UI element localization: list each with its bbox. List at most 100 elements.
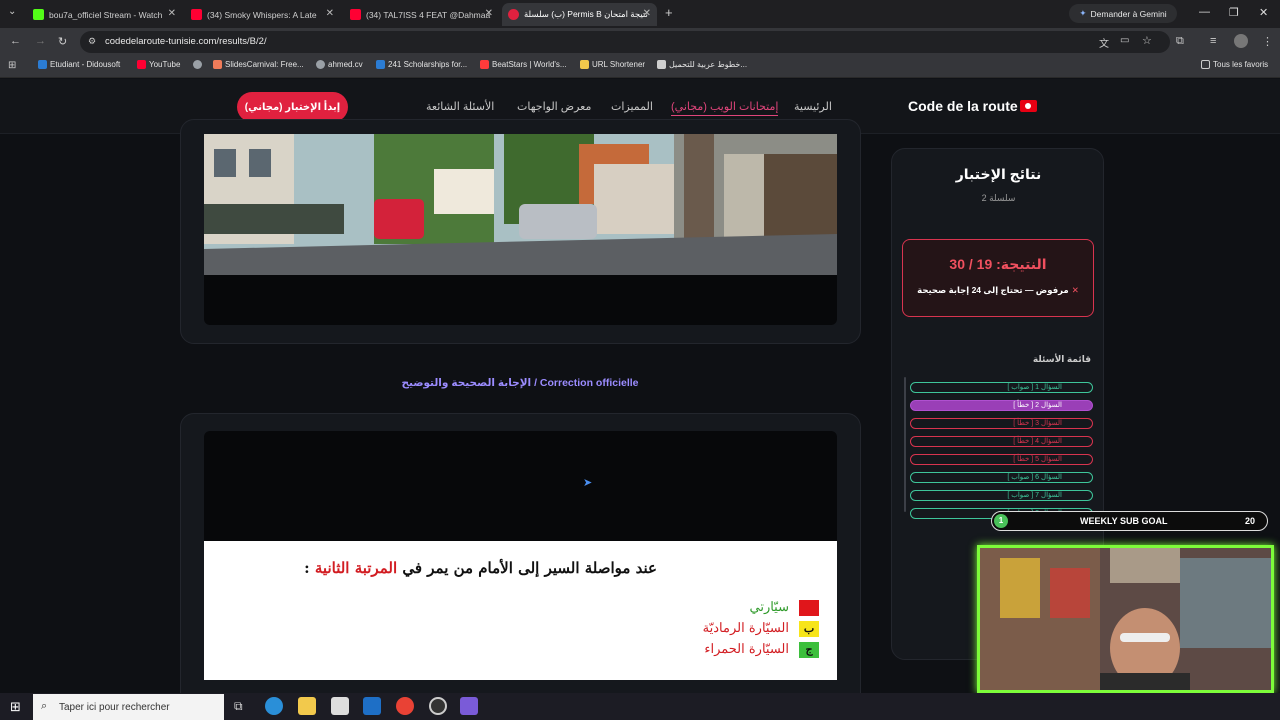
folder-icon	[580, 60, 589, 69]
restore-icon[interactable]: ❐	[1229, 6, 1239, 19]
window-close-icon[interactable]: ✕	[1259, 6, 1268, 19]
bookmark-label: BeatStars | World's...	[492, 60, 567, 69]
option-text-b: السيّارة الرماديّة	[702, 621, 789, 636]
profile-avatar[interactable]	[1234, 34, 1248, 48]
tab-title: (34) TAL7ISS 4 FEAT @Dahmaa	[366, 9, 491, 20]
bookmark-item[interactable]: ahmed.cv	[316, 60, 363, 69]
browser-toolbar: ← → ↻ ⚙ codedelaroute-tunisie.com/result…	[0, 28, 1280, 56]
question-item[interactable]: السؤال 5 [ خطأ ]	[910, 454, 1093, 465]
cast-icon[interactable]: ▭	[1120, 35, 1129, 46]
obs-icon[interactable]	[429, 697, 447, 715]
option-box-b: ب	[799, 620, 819, 637]
nav-gallery[interactable]: معرض الواجهات	[517, 100, 591, 113]
tab-kick-stream[interactable]: bou7a_officiel Stream - Watch ✕	[27, 3, 182, 26]
nav-faq[interactable]: الأسئلة الشائعة	[426, 100, 494, 113]
taskbar-search[interactable]: ⌕ Taper ici pour rechercher	[33, 694, 224, 720]
correction-video[interactable]: ➤	[204, 431, 837, 541]
option-c[interactable]: ج السيّارة الحمراء	[704, 641, 819, 658]
bookmark-item[interactable]: 241 Scholarships for...	[376, 60, 467, 69]
minimize-icon[interactable]: —	[1199, 6, 1210, 18]
back-icon[interactable]: ←	[10, 35, 21, 47]
red-car	[374, 199, 424, 239]
didousoft-icon	[38, 60, 47, 69]
bookmark-item[interactable]: خطوط عربية للتحميل...	[657, 60, 747, 69]
nav-home[interactable]: الرئيسية	[794, 100, 832, 113]
tab-youtube-tal7iss[interactable]: (34) TAL7ISS 4 FEAT @Dahmaa ✕	[344, 3, 499, 26]
site-favicon-icon	[508, 9, 519, 20]
tab-title: (34) Smoky Whispers: A Late	[207, 9, 317, 20]
new-tab-icon[interactable]: +	[665, 5, 673, 20]
street-photo	[204, 134, 837, 275]
youtube-icon	[350, 9, 361, 20]
site-brand[interactable]: Code de la route	[908, 98, 1018, 114]
beatstars-icon	[480, 60, 489, 69]
street-scene-image	[204, 134, 837, 275]
nav-features[interactable]: المميزات	[611, 100, 653, 113]
translate-icon[interactable]: 文	[1099, 35, 1109, 50]
tab-youtube-smoky[interactable]: (34) Smoky Whispers: A Late ✕	[185, 3, 340, 26]
close-icon[interactable]: ✕	[168, 8, 176, 19]
close-icon[interactable]: ✕	[485, 8, 493, 19]
forward-icon[interactable]: →	[35, 35, 46, 47]
question-colon: :	[304, 559, 310, 577]
close-icon[interactable]: ✕	[643, 8, 651, 19]
tunisia-flag-icon	[1020, 100, 1037, 112]
tab-results[interactable]: نتيجة امتحان Permis B (ب) سلسلة ✕	[502, 3, 657, 26]
store-icon[interactable]	[331, 697, 349, 715]
task-view-icon[interactable]: ⧉	[234, 699, 243, 714]
chrome-icon[interactable]	[396, 697, 414, 715]
address-bar[interactable]: ⚙ codedelaroute-tunisie.com/results/B/2/…	[80, 31, 1170, 53]
media-footer	[204, 275, 837, 325]
question-item[interactable]: السؤال 1 [ صواب ]	[910, 382, 1093, 393]
media-icon[interactable]: ≡	[1210, 35, 1216, 47]
score-box: النتيجة: 19 / 30 مرفوض — تحتاج إلى 24 إج…	[902, 239, 1094, 317]
gemini-label: Demander à Gemini	[1090, 8, 1167, 19]
gemini-icon: ✦	[1079, 8, 1087, 18]
gemini-button[interactable]: ✦ Demander à Gemini	[1069, 4, 1177, 23]
file-explorer-icon[interactable]	[298, 697, 316, 715]
sub-goal-bar: 1 WEEKLY SUB GOAL 20	[991, 511, 1268, 531]
grey-car	[519, 204, 597, 239]
bookmark-item[interactable]: URL Shortener	[580, 60, 645, 69]
results-title: نتائج الإختبار	[955, 166, 1042, 182]
tab-list-chevron-icon[interactable]: ⌄	[8, 6, 16, 17]
bookmark-label: 241 Scholarships for...	[388, 60, 468, 69]
option-text-c: السيّارة الحمراء	[704, 642, 789, 657]
apps-grid-icon[interactable]: ⊞	[8, 60, 16, 71]
mouse-cursor-icon: ➤	[583, 477, 593, 489]
windows-start-icon[interactable]: ⊞	[10, 699, 21, 715]
edge-icon[interactable]	[265, 697, 283, 715]
discord-icon[interactable]	[460, 697, 478, 715]
bookmark-label: Etudiant - Didousoft	[50, 60, 121, 69]
question-item[interactable]: السؤال 2 [ خطأ ]	[910, 400, 1093, 411]
close-icon[interactable]: ✕	[326, 8, 334, 19]
nav-web-exams[interactable]: إمتحانات الويب (مجاني)	[671, 100, 779, 116]
bookmark-label: SlidesCarnival: Free...	[225, 60, 304, 69]
bookmark-item[interactable]: Etudiant - Didousoft	[38, 60, 120, 69]
bookmark-item[interactable]	[193, 60, 202, 69]
list-scrollbar[interactable]	[904, 377, 906, 512]
question-item[interactable]: السؤال 6 [ صواب ]	[910, 472, 1093, 483]
windows-taskbar: ⊞ ⌕ Taper ici pour rechercher ⧉	[0, 693, 1280, 720]
question-item[interactable]: السؤال 7 [ صواب ]	[910, 490, 1093, 501]
url-text[interactable]: codedelaroute-tunisie.com/results/B/2/	[105, 36, 267, 47]
start-test-button[interactable]: إبدأ الإختبار (مجاني)	[237, 92, 348, 122]
question-item[interactable]: السؤال 4 [ خطأ ]	[910, 436, 1093, 447]
bookmark-item[interactable]: BeatStars | World's...	[480, 60, 567, 69]
bookmark-item[interactable]: YouTube	[137, 60, 180, 69]
bookmark-star-icon[interactable]: ☆	[1142, 34, 1152, 47]
all-bookmarks[interactable]: Tous les favoris	[1201, 60, 1268, 69]
outlook-icon[interactable]	[363, 697, 381, 715]
menu-icon[interactable]: ⋮	[1262, 35, 1273, 48]
option-b[interactable]: ب السيّارة الرماديّة	[703, 620, 819, 637]
option-a[interactable]: سيّارتي	[749, 599, 819, 616]
bookmark-item[interactable]: SlidesCarnival: Free...	[213, 60, 304, 69]
reload-icon[interactable]: ↻	[58, 35, 67, 48]
bookmark-label: ahmed.cv	[328, 60, 363, 69]
question-highlight: المرتبة الثانية	[314, 559, 398, 577]
series-label: سلسلة 2	[981, 193, 1016, 203]
question-item[interactable]: السؤال 3 [ خطأ ]	[910, 418, 1093, 429]
sub-goal-label: WEEKLY SUB GOAL	[1080, 516, 1168, 526]
site-info-icon[interactable]: ⚙	[88, 36, 96, 47]
extensions-icon[interactable]: ⧉	[1176, 35, 1184, 48]
